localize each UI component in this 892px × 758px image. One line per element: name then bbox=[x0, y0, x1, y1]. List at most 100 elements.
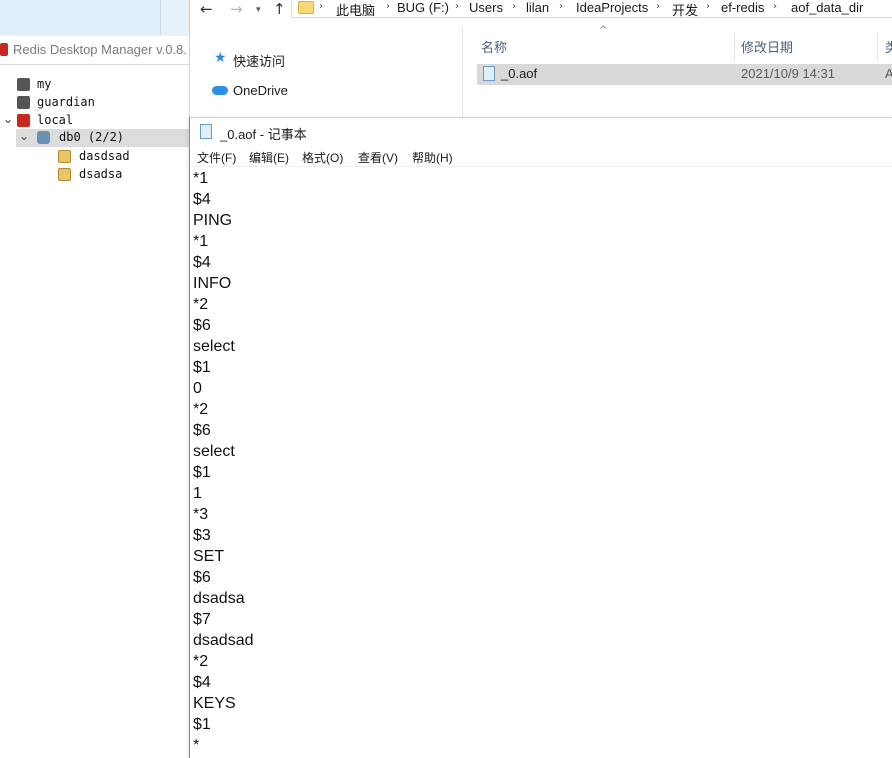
file-name: _0.aof bbox=[501, 66, 538, 81]
notepad-window: _0.aof - 记事本 文件(F) 编辑(E) 格式(O) 查看(V) 帮助(… bbox=[189, 117, 892, 758]
tree-item-label: dasdsad bbox=[79, 149, 130, 163]
tree-item-label: local bbox=[37, 113, 74, 127]
cloud-icon bbox=[212, 86, 228, 95]
rdm-title-bar[interactable]: Redis Desktop Manager v.0.8. bbox=[0, 36, 189, 64]
tree-item-label: guardian bbox=[37, 95, 95, 109]
notepad-icon bbox=[200, 124, 212, 139]
chevron-down-icon[interactable]: ⌄ bbox=[3, 112, 13, 126]
text-line: $1 bbox=[193, 359, 211, 376]
breadcrumb-separator-icon: › bbox=[559, 1, 563, 12]
tree-item-local[interactable]: ⌄ local bbox=[0, 112, 189, 130]
column-header-type[interactable]: 类 bbox=[885, 37, 892, 56]
back-arrow-icon[interactable]: ← bbox=[200, 0, 213, 18]
menu-bar: 文件(F) 编辑(E) 格式(O) 查看(V) 帮助(H) bbox=[190, 146, 892, 166]
text-line: select bbox=[193, 338, 235, 355]
breadcrumb-separator-icon: › bbox=[773, 1, 777, 12]
redis-logo-icon bbox=[0, 43, 8, 56]
column-separator bbox=[734, 32, 735, 60]
tree-item-label: db0 (2/2) bbox=[59, 130, 125, 144]
text-line: *2 bbox=[193, 653, 209, 670]
tree-item-db0[interactable]: ⌄ db0 (2/2) bbox=[16, 129, 189, 147]
navigation-bar: ← → ▾ ↑ › 此电脑 › BUG (F:) › Users › lilan… bbox=[190, 0, 892, 21]
breadcrumb-item[interactable]: lilan bbox=[526, 0, 549, 15]
server-connected-icon bbox=[17, 114, 30, 127]
key-icon bbox=[58, 168, 71, 181]
breadcrumb-separator-icon: › bbox=[386, 1, 390, 12]
breadcrumb-separator-icon: › bbox=[319, 1, 323, 12]
nav-item-onedrive[interactable]: OneDrive bbox=[233, 83, 288, 98]
key-icon bbox=[58, 150, 71, 163]
text-line: 1 bbox=[193, 485, 202, 502]
up-arrow-icon[interactable]: ↑ bbox=[273, 0, 286, 18]
text-line: $1 bbox=[193, 464, 211, 481]
file-row[interactable]: _0.aof 2021/10/9 14:31 A bbox=[477, 64, 892, 85]
rdm-window-title: Redis Desktop Manager v.0.8. bbox=[13, 42, 187, 57]
breadcrumb-item[interactable]: 开发 bbox=[672, 0, 698, 19]
menu-format[interactable]: 格式(O) bbox=[302, 149, 343, 166]
column-header-modified[interactable]: 修改日期 bbox=[741, 37, 793, 56]
breadcrumb-item[interactable]: IdeaProjects bbox=[576, 0, 648, 15]
sort-chevron-up-icon: ^ bbox=[599, 25, 608, 36]
recent-locations-chevron-icon[interactable]: ▾ bbox=[256, 5, 261, 15]
forward-arrow-icon[interactable]: → bbox=[230, 0, 243, 18]
notepad-title-bar[interactable]: _0.aof - 记事本 bbox=[190, 118, 892, 145]
text-line: dsadsa bbox=[193, 590, 245, 607]
menu-file[interactable]: 文件(F) bbox=[197, 149, 236, 166]
background-window-panel bbox=[0, 0, 161, 34]
text-line: $1 bbox=[193, 716, 211, 733]
file-explorer-window: ← → ▾ ↑ › 此电脑 › BUG (F:) › Users › lilan… bbox=[189, 0, 892, 117]
star-pin-icon: ★ bbox=[214, 50, 227, 66]
text-line: *2 bbox=[193, 296, 209, 313]
tree-item-key-dasdsad[interactable]: dasdsad bbox=[0, 148, 189, 166]
address-bar[interactable]: › 此电脑 › BUG (F:) › Users › lilan › IdeaP… bbox=[291, 0, 892, 18]
text-line: SET bbox=[193, 548, 225, 565]
text-line: $6 bbox=[193, 569, 211, 586]
menu-help[interactable]: 帮助(H) bbox=[412, 149, 453, 166]
nav-item-quick-access[interactable]: 快速访问 bbox=[233, 51, 285, 70]
column-separator bbox=[877, 32, 878, 60]
breadcrumb-item[interactable]: 此电脑 bbox=[336, 0, 375, 19]
tree-item-label: dsadsa bbox=[79, 167, 123, 181]
server-icon bbox=[17, 96, 30, 109]
text-line: $3 bbox=[193, 527, 211, 544]
text-line: $7 bbox=[193, 611, 211, 628]
tree-item-my[interactable]: my bbox=[0, 76, 189, 94]
menu-divider bbox=[190, 166, 892, 167]
text-line: 0 bbox=[193, 380, 202, 397]
column-header-name[interactable]: 名称 bbox=[481, 37, 507, 56]
folder-icon bbox=[298, 1, 314, 14]
text-line: *1 bbox=[193, 170, 209, 187]
rdm-divider bbox=[0, 64, 189, 65]
text-line: $4 bbox=[193, 191, 211, 208]
text-line: $6 bbox=[193, 422, 211, 439]
server-icon bbox=[17, 78, 30, 91]
text-line: *3 bbox=[193, 506, 209, 523]
breadcrumb-item[interactable]: ef-redis bbox=[721, 0, 764, 15]
tree-item-label: my bbox=[37, 77, 52, 91]
navigation-pane: ★ 快速访问 OneDrive bbox=[190, 28, 462, 117]
breadcrumb-separator-icon: › bbox=[455, 1, 459, 12]
text-file-icon bbox=[483, 66, 495, 81]
tree-item-guardian[interactable]: guardian bbox=[0, 94, 189, 112]
text-line: INFO bbox=[193, 275, 232, 292]
chevron-down-icon[interactable]: ⌄ bbox=[19, 129, 29, 143]
breadcrumb-item[interactable]: Users bbox=[469, 0, 503, 15]
file-modified-date: 2021/10/9 14:31 bbox=[741, 66, 835, 81]
text-line: $4 bbox=[193, 674, 211, 691]
database-icon bbox=[37, 131, 50, 144]
breadcrumb-item[interactable]: aof_data_dir bbox=[791, 0, 863, 15]
breadcrumb-item[interactable]: BUG (F:) bbox=[397, 0, 449, 15]
text-line: *2 bbox=[193, 401, 209, 418]
file-list: ^ 名称 修改日期 类 _0.aof 2021/10/9 14:31 A bbox=[463, 25, 892, 117]
tree-item-key-dsadsa[interactable]: dsadsa bbox=[0, 166, 189, 184]
text-editor-area[interactable]: *1 $4 PING *1 $4 INFO *2 $6 select $1 0 *2 $6 select $… bbox=[193, 168, 883, 756]
file-type: A bbox=[885, 66, 892, 81]
text-line: dsadsad bbox=[193, 632, 254, 649]
breadcrumb-separator-icon: › bbox=[706, 1, 710, 12]
menu-edit[interactable]: 编辑(E) bbox=[249, 149, 289, 166]
menu-view[interactable]: 查看(V) bbox=[358, 149, 398, 166]
text-line: KEYS bbox=[193, 695, 236, 712]
text-line: PING bbox=[193, 212, 233, 229]
text-line: select bbox=[193, 443, 235, 460]
breadcrumb-separator-icon: › bbox=[656, 1, 660, 12]
